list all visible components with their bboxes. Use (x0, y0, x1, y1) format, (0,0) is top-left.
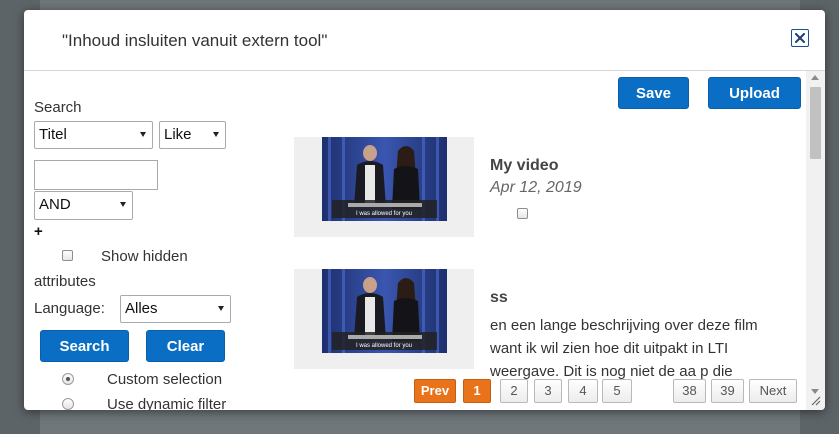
embed-dialog: "Inhoud insluiten vanuit extern tool" Sa… (24, 10, 825, 410)
dialog-titlebar: "Inhoud insluiten vanuit extern tool" (24, 10, 825, 71)
close-icon (795, 33, 805, 43)
add-condition-button[interactable]: + (34, 223, 43, 240)
language-select-value: Alles (125, 300, 158, 317)
result-title[interactable]: ss (490, 289, 508, 307)
pager-page[interactable]: 38 (673, 379, 706, 403)
pager-prev[interactable]: Prev (414, 379, 456, 403)
pager-page[interactable]: 4 (568, 379, 598, 403)
dynamic-filter-radio[interactable] (62, 398, 74, 410)
language-select[interactable]: Alles (120, 295, 231, 323)
result-date: Apr 12, 2019 (490, 179, 582, 196)
logic-select-value: AND (39, 196, 71, 213)
dialog-content: Save Upload Search Titel Like AND + Show… (24, 71, 825, 410)
close-button[interactable] (791, 29, 809, 47)
clear-button[interactable]: Clear (146, 330, 225, 362)
video-thumbnail: I was allowed for you (322, 269, 447, 353)
pager-page[interactable]: 39 (711, 379, 744, 403)
pager-page[interactable]: 5 (602, 379, 632, 403)
scroll-thumb[interactable] (810, 87, 821, 159)
pager-page-current[interactable]: 1 (463, 379, 491, 403)
pager-page[interactable]: 3 (534, 379, 562, 403)
operator-select-value: Like (164, 126, 192, 143)
custom-selection-label: Custom selection (107, 371, 223, 388)
custom-selection-radio[interactable] (62, 373, 74, 385)
attributes-label: attributes (34, 273, 96, 290)
result-description: en een lange beschrijving over deze film… (490, 317, 758, 380)
chevron-down-icon (218, 306, 224, 311)
search-button[interactable]: Search (40, 330, 129, 362)
dynamic-filter-label: Use dynamic filter (107, 396, 227, 410)
logic-select[interactable]: AND (34, 191, 133, 220)
dialog-title: "Inhoud insluiten vanuit extern tool" (62, 31, 328, 50)
thumbnail-caption: I was allowed for you (356, 211, 412, 217)
language-label: Language: (34, 300, 105, 317)
field-select-value: Titel (39, 126, 67, 143)
pager-page[interactable]: 2 (500, 379, 528, 403)
upload-button[interactable]: Upload (708, 77, 801, 109)
search-value-input[interactable] (34, 160, 158, 190)
chevron-down-icon (140, 132, 146, 137)
chevron-down-icon (213, 132, 219, 137)
scroll-up-icon[interactable] (811, 75, 819, 80)
show-hidden-label: Show hidden (101, 248, 188, 265)
pager-next[interactable]: Next (749, 379, 797, 403)
save-button[interactable]: Save (618, 77, 689, 109)
operator-select[interactable]: Like (159, 121, 226, 149)
chevron-down-icon (120, 202, 126, 207)
search-label: Search (34, 99, 82, 116)
result-title[interactable]: My video (490, 157, 558, 175)
show-hidden-checkbox[interactable] (62, 250, 73, 261)
resize-handle-icon[interactable] (809, 394, 821, 406)
result-select-checkbox[interactable] (517, 208, 528, 219)
vertical-scrollbar[interactable] (806, 71, 825, 410)
result-thumbnail-box[interactable]: I was allowed for you (294, 269, 474, 369)
thumbnail-caption: I was allowed for you (356, 343, 412, 349)
field-select[interactable]: Titel (34, 121, 153, 149)
video-thumbnail: I was allowed for you (322, 137, 447, 221)
result-thumbnail-box[interactable]: I was allowed for you (294, 137, 474, 237)
